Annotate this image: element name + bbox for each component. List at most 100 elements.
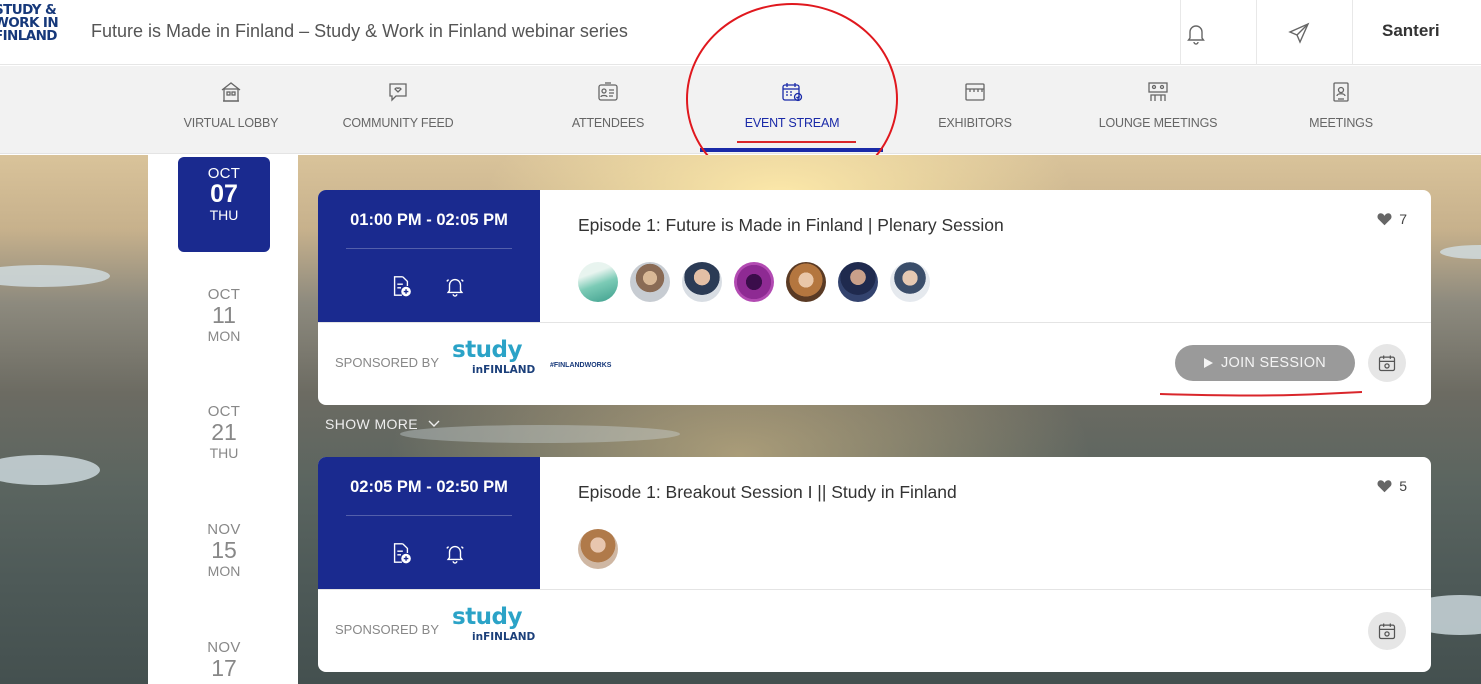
date-day: 17 — [211, 655, 237, 681]
session-time-panel: 02:05 PM - 02:50 PM — [318, 457, 540, 589]
date-weekday: MON — [207, 328, 241, 344]
nav-label: LOUNGE MEETINGS — [1098, 116, 1218, 130]
session-time: 02:05 PM - 02:50 PM — [350, 478, 508, 496]
bg-lake — [400, 425, 680, 443]
sponsored-by-label: SPONSORED BY — [335, 355, 440, 370]
date-month: OCT — [207, 403, 241, 420]
reminder-bell-icon[interactable] — [444, 541, 466, 565]
sponsor-logo-word: study — [452, 337, 523, 363]
nav-virtual-lobby[interactable]: VIRTUAL LOBBY — [178, 66, 284, 154]
speaker-avatar[interactable] — [786, 262, 826, 302]
join-annotation-underline — [1160, 391, 1362, 397]
event-title: Future is Made in Finland – Study & Work… — [91, 21, 628, 41]
nav-meetings[interactable]: MEETINGS — [1302, 66, 1380, 154]
lounge-icon — [1148, 82, 1168, 101]
heart-icon — [1377, 213, 1392, 226]
date-nov-17[interactable]: NOV 17 — [178, 639, 270, 681]
user-name[interactable]: Santeri — [1382, 21, 1440, 41]
header-divider — [1180, 0, 1181, 65]
send-message-icon[interactable] — [1286, 20, 1312, 46]
join-session-button[interactable]: JOIN SESSION — [1175, 345, 1355, 381]
date-weekday: THU — [209, 445, 239, 461]
speaker-avatar[interactable] — [734, 262, 774, 302]
study-in-finland-logo[interactable]: study inFINLAND — [452, 337, 552, 383]
speaker-avatar[interactable] — [682, 262, 722, 302]
header-divider — [1352, 0, 1353, 65]
date-month: OCT — [207, 286, 241, 303]
date-day: 07 — [210, 180, 238, 208]
speaker-avatar[interactable] — [578, 262, 618, 302]
date-oct-21[interactable]: OCT 21 THU — [178, 403, 270, 461]
speaker-avatar[interactable] — [890, 262, 930, 302]
show-more-label: SHOW MORE — [325, 416, 419, 432]
date-day: 15 — [211, 537, 237, 563]
chat-bubble-icon — [389, 83, 407, 102]
session-footer: SPONSORED BY study inFINLAND — [318, 589, 1431, 671]
nav-label: EXHIBITORS — [938, 116, 1012, 130]
date-weekday: THU — [209, 207, 239, 223]
show-more-link[interactable]: SHOW MORE — [325, 416, 440, 432]
session-likes[interactable]: 7 — [1377, 211, 1407, 227]
date-month: NOV — [207, 521, 241, 538]
session-card: 01:00 PM - 02:05 PM Episode 1: Future is… — [318, 190, 1431, 405]
logo-line-3: FINLAND — [0, 28, 58, 44]
date-nov-15[interactable]: NOV 15 MON — [178, 521, 270, 579]
speaker-avatars — [578, 529, 618, 569]
add-to-calendar-button[interactable] — [1368, 344, 1406, 382]
speaker-avatar[interactable] — [838, 262, 878, 302]
calendar-icon — [1378, 355, 1396, 372]
speaker-avatar[interactable] — [578, 529, 618, 569]
sponsor-logo-sub: inFINLAND — [472, 631, 536, 643]
notifications-bell-icon[interactable] — [1183, 20, 1209, 46]
header-divider — [1256, 0, 1257, 65]
date-day: 11 — [212, 302, 236, 328]
add-to-agenda-icon[interactable] — [390, 541, 412, 565]
finlandworks-logo[interactable]: #FINLANDWORKS — [550, 362, 611, 369]
session-time: 01:00 PM - 02:05 PM — [350, 211, 508, 229]
session-time-panel: 01:00 PM - 02:05 PM — [318, 190, 540, 322]
sponsor-logo-sub: inFINLAND — [472, 364, 536, 376]
nav-label: VIRTUAL LOBBY — [183, 116, 279, 130]
play-icon — [1203, 358, 1213, 368]
add-to-agenda-icon[interactable] — [390, 274, 412, 298]
chevron-down-icon — [428, 420, 440, 427]
divider — [346, 515, 512, 516]
date-selector: OCT 07 THU OCT 11 MON OCT 21 THU NOV 15 … — [148, 155, 298, 684]
nav-attendees[interactable]: ATTENDEES — [566, 66, 650, 154]
reminder-bell-icon[interactable] — [444, 274, 466, 298]
likes-count: 7 — [1399, 211, 1407, 227]
nav-label: COMMUNITY FEED — [342, 116, 454, 130]
date-month: NOV — [207, 639, 241, 656]
date-weekday: MON — [207, 563, 241, 579]
session-likes[interactable]: 5 — [1377, 478, 1407, 494]
study-in-finland-logo[interactable]: study inFINLAND — [452, 604, 552, 650]
nav-community-feed[interactable]: COMMUNITY FEED — [337, 66, 459, 154]
speaker-avatars — [578, 262, 930, 302]
date-oct-11[interactable]: OCT 11 MON — [178, 286, 270, 344]
study-work-finland-logo[interactable]: STUDY & WORK IN FINLAND — [0, 3, 84, 44]
likes-count: 5 — [1399, 478, 1407, 494]
session-title[interactable]: Episode 1: Breakout Session I || Study i… — [578, 482, 957, 503]
nav-lounge-meetings[interactable]: LOUNGE MEETINGS — [1094, 66, 1222, 154]
calendar-icon — [1378, 623, 1396, 640]
bg-lake — [1440, 245, 1481, 259]
heart-icon — [1377, 480, 1392, 493]
join-session-label: JOIN SESSION — [1220, 355, 1327, 371]
date-oct-07[interactable]: OCT 07 THU — [178, 157, 270, 252]
bg-lake — [0, 455, 100, 485]
add-to-calendar-button[interactable] — [1368, 612, 1406, 650]
meeting-badge-icon — [1333, 82, 1349, 102]
bg-lake — [0, 265, 110, 287]
attendees-icon — [598, 82, 618, 101]
nav-label: ATTENDEES — [571, 116, 645, 130]
session-title[interactable]: Episode 1: Future is Made in Finland | P… — [578, 215, 1004, 236]
sponsor-logo-word: study — [452, 604, 523, 630]
divider — [346, 248, 512, 249]
booth-icon — [965, 83, 985, 101]
nav-label: MEETINGS — [1309, 116, 1373, 130]
nav-exhibitors[interactable]: EXHIBITORS — [930, 66, 1020, 154]
speaker-avatar[interactable] — [630, 262, 670, 302]
date-day: 21 — [211, 419, 237, 445]
session-card: 02:05 PM - 02:50 PM Episode 1: Breakout … — [318, 457, 1431, 672]
sponsored-by-label: SPONSORED BY — [335, 622, 440, 637]
